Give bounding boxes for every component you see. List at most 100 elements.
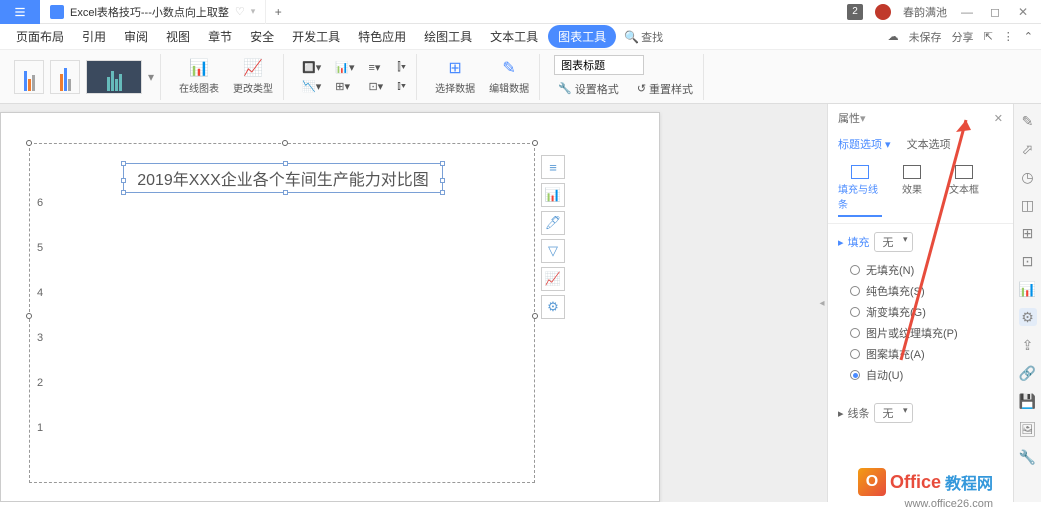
panel-title: 属性 bbox=[838, 110, 860, 126]
select-icon[interactable]: ⬀ bbox=[1019, 140, 1037, 158]
online-chart-icon: 📊 bbox=[189, 58, 209, 78]
unsaved-label: 未保存 bbox=[909, 29, 942, 45]
fill-picture-radio[interactable]: 图片或纹理填充(P) bbox=[850, 325, 1003, 341]
watermark-logo: O Office教程网 bbox=[858, 468, 993, 496]
edit-data-button[interactable]: ✎ 编辑数据 bbox=[485, 56, 533, 97]
search-icon[interactable]: 🔍 bbox=[624, 30, 639, 44]
chart-element-dropdown[interactable]: 📊▾ bbox=[331, 59, 358, 76]
ribbon-tab[interactable]: 文本工具 bbox=[482, 24, 546, 49]
chart-filter-icon[interactable]: ▽ bbox=[541, 239, 565, 263]
fill-solid-radio[interactable]: 纯色填充(S) bbox=[850, 283, 1003, 299]
fill-gradient-radio[interactable]: 渐变填充(G) bbox=[850, 304, 1003, 320]
document-canvas[interactable]: 2019年XXX企业各个车间生产能力对比图 1 2 3 4 5 6 bbox=[0, 104, 817, 502]
notification-badge[interactable]: 2 bbox=[847, 4, 863, 20]
chart-floating-toolbar: ≡ 📊 🖊 ▽ 📈 ⚙ bbox=[541, 155, 567, 319]
table-icon[interactable]: ⊞ bbox=[1019, 224, 1037, 242]
ribbon-tab[interactable]: 绘图工具 bbox=[416, 24, 480, 49]
line-type-dropdown[interactable]: 无 bbox=[874, 403, 913, 423]
textbox-icon bbox=[955, 165, 973, 179]
tool-icon[interactable]: 🔧 bbox=[1019, 448, 1037, 466]
chart-element-dropdown[interactable]: ⊞▾ bbox=[331, 78, 358, 95]
textbox-subtab[interactable]: 文本框 bbox=[942, 165, 986, 217]
add-tab-button[interactable]: + bbox=[266, 5, 290, 19]
document-tab[interactable]: Excel表格技巧---小数点向上取整 ♡ ▾ bbox=[40, 0, 266, 24]
select-data-button[interactable]: ⊞ 选择数据 bbox=[431, 56, 479, 97]
link-icon[interactable]: 🔗 bbox=[1019, 364, 1037, 382]
fill-section-header[interactable]: ▸ 填充 无 bbox=[838, 232, 1003, 252]
chart-element-dropdown[interactable]: 🔲▾ bbox=[298, 59, 325, 76]
effect-subtab[interactable]: 效果 bbox=[890, 165, 934, 217]
restore-button[interactable]: ◻ bbox=[987, 5, 1003, 19]
collapse-ribbon-icon[interactable]: ⌃ bbox=[1024, 30, 1033, 43]
chart-element-dropdown[interactable]: ⫿▾ bbox=[393, 59, 410, 76]
share-icon[interactable]: ⇪ bbox=[1019, 336, 1037, 354]
title-options-tab[interactable]: 标题选项 ▾ bbox=[838, 136, 891, 155]
properties-icon[interactable]: ⚙ bbox=[1019, 308, 1037, 326]
ribbon-tab[interactable]: 审阅 bbox=[116, 24, 156, 49]
fill-pattern-radio[interactable]: 图案填充(A) bbox=[850, 346, 1003, 362]
export-icon[interactable]: ⇱ bbox=[984, 30, 993, 43]
ribbon-tab[interactable]: 安全 bbox=[242, 24, 282, 49]
share-button[interactable]: 分享 bbox=[952, 29, 974, 45]
text-options-tab[interactable]: 文本选项 bbox=[907, 136, 951, 155]
set-format-button[interactable]: 🔧设置格式 bbox=[554, 79, 623, 99]
right-icon-strip: ✎ ⬀ ◷ ◫ ⊞ ⊡ 📊 ⚙ ⇪ 🔗 💾 🖼 🔧 bbox=[1013, 104, 1041, 502]
ribbon-tab[interactable]: 开发工具 bbox=[284, 24, 348, 49]
chart-element-dropdown[interactable]: ⊡▾ bbox=[364, 78, 387, 95]
minimize-button[interactable]: — bbox=[959, 5, 975, 19]
chart-element-selector[interactable] bbox=[554, 55, 644, 75]
clock-icon[interactable]: ◷ bbox=[1019, 168, 1037, 186]
edit-data-icon: ✎ bbox=[499, 58, 519, 78]
panel-close-icon[interactable]: ✕ bbox=[994, 112, 1003, 125]
user-avatar[interactable] bbox=[875, 4, 891, 20]
fill-type-dropdown[interactable]: 无 bbox=[874, 232, 913, 252]
fill-none-radio[interactable]: 无填充(N) bbox=[850, 262, 1003, 278]
fill-line-subtab[interactable]: 填充与线条 bbox=[838, 165, 882, 217]
online-chart-button[interactable]: 📊 在线图表 bbox=[175, 56, 223, 97]
chart-element-dropdown[interactable]: ≡▾ bbox=[364, 59, 387, 76]
chart-icon[interactable]: 📊 bbox=[1019, 280, 1037, 298]
chart-style-icon[interactable]: 📊 bbox=[541, 183, 565, 207]
ribbon-tab[interactable]: 章节 bbox=[200, 24, 240, 49]
edit-icon[interactable]: ✎ bbox=[1019, 112, 1037, 130]
style-expand-icon[interactable]: ▾ bbox=[148, 70, 154, 84]
chart-color-icon[interactable]: 🖊 bbox=[541, 211, 565, 235]
grid-icon[interactable]: ⊡ bbox=[1019, 252, 1037, 270]
chart-element-dropdown[interactable]: ⫾▾ bbox=[393, 78, 410, 95]
image-icon[interactable]: 🖼 bbox=[1019, 420, 1037, 438]
close-button[interactable]: ✕ bbox=[1015, 5, 1031, 19]
fill-auto-radio[interactable]: 自动(U) bbox=[850, 367, 1003, 383]
chart-settings-icon[interactable]: ⚙ bbox=[541, 295, 565, 319]
chart-style-preview[interactable] bbox=[86, 60, 142, 94]
watermark-url: www.office26.com bbox=[905, 498, 993, 510]
user-name: 春韵满池 bbox=[903, 4, 947, 20]
panel-collapse-handle[interactable]: ◂ bbox=[817, 104, 827, 502]
chart-elements-icon[interactable]: ≡ bbox=[541, 155, 565, 179]
chart-title[interactable]: 2019年XXX企业各个车间生产能力对比图 bbox=[123, 163, 443, 193]
chart-element-dropdown[interactable]: 📉▾ bbox=[298, 78, 325, 95]
ribbon-tab[interactable]: 视图 bbox=[158, 24, 198, 49]
change-type-button[interactable]: 📈 更改类型 bbox=[229, 56, 277, 97]
chart-stats-icon[interactable]: 📈 bbox=[541, 267, 565, 291]
page: 2019年XXX企业各个车间生产能力对比图 1 2 3 4 5 6 bbox=[0, 112, 660, 502]
ribbon-tab[interactable]: 特色应用 bbox=[350, 24, 414, 49]
line-section-header[interactable]: ▸ 线条 无 bbox=[838, 403, 1003, 423]
home-button[interactable] bbox=[0, 0, 40, 24]
ribbon-tab-active[interactable]: 图表工具 bbox=[548, 25, 616, 48]
tab-label: Excel表格技巧---小数点向上取整 bbox=[70, 4, 229, 20]
reset-style-button[interactable]: ↺重置样式 bbox=[633, 79, 697, 99]
more-icon[interactable]: ⋮ bbox=[1003, 30, 1014, 43]
tab-more-icon[interactable]: ▾ bbox=[251, 6, 256, 17]
search-label[interactable]: 查找 bbox=[641, 29, 663, 45]
ribbon-tabs: 页面布局 引用 审阅 视图 章节 安全 开发工具 特色应用 绘图工具 文本工具 … bbox=[0, 24, 1041, 50]
chart-style-preview[interactable] bbox=[14, 60, 44, 94]
ribbon-tab[interactable]: 引用 bbox=[74, 24, 114, 49]
shape-icon[interactable]: ◫ bbox=[1019, 196, 1037, 214]
cloud-icon: ☁ bbox=[888, 30, 899, 43]
ribbon-tab[interactable]: 页面布局 bbox=[8, 24, 72, 49]
save-icon[interactable]: 💾 bbox=[1019, 392, 1037, 410]
chart-style-preview[interactable] bbox=[50, 60, 80, 94]
tab-heart-icon[interactable]: ♡ bbox=[235, 5, 245, 18]
change-type-icon: 📈 bbox=[243, 58, 263, 78]
properties-panel: 属性 ▾ ✕ 标题选项 ▾ 文本选项 填充与线条 效果 文本框 ▸ 填充 bbox=[827, 104, 1013, 502]
